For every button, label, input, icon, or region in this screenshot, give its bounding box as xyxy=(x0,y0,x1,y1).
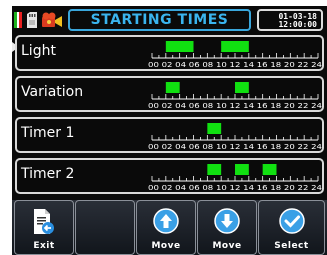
timeline: 00 02 04 06 08 10 12 14 16 18 20 22 24 xyxy=(148,41,322,69)
empty-button[interactable] xyxy=(75,200,135,255)
arrow-down-circle-icon xyxy=(214,208,240,234)
row-label: Timer 2 xyxy=(21,166,75,182)
device-screen: STARTING TIMES 01-03-18 12:00:00 Light 0… xyxy=(12,6,327,255)
move-up-label: Move xyxy=(151,241,181,251)
timeline-hour-labels: 00 02 04 06 08 10 12 14 16 18 20 22 24 xyxy=(148,184,322,192)
row-light[interactable]: Light 00 02 04 06 08 10 12 14 16 18 20 2… xyxy=(15,35,324,71)
timeline-hour-labels: 00 02 04 06 08 10 12 14 16 18 20 22 24 xyxy=(148,143,322,151)
sd-card-icon xyxy=(27,12,37,28)
timeline-hour-labels: 00 02 04 06 08 10 12 14 16 18 20 22 24 xyxy=(148,102,322,110)
film-camera-icon xyxy=(42,12,62,27)
row-label: Timer 1 xyxy=(21,125,75,141)
select-button[interactable]: Select xyxy=(258,200,325,255)
move-down-label: Move xyxy=(212,241,242,251)
active-segment xyxy=(165,82,180,93)
header-bar: STARTING TIMES 01-03-18 12:00:00 xyxy=(12,6,327,34)
row-timer-2[interactable]: Timer 2 00 02 04 06 08 10 12 14 16 18 20… xyxy=(15,158,324,194)
date-time-display: 01-03-18 12:00:00 xyxy=(257,9,323,31)
exit-label: Exit xyxy=(33,241,55,251)
status-icons xyxy=(14,9,68,31)
active-segment xyxy=(207,164,222,175)
move-down-button[interactable]: Move xyxy=(197,200,257,255)
row-timer-1[interactable]: Timer 1 00 02 04 06 08 10 12 14 16 18 20… xyxy=(15,117,324,153)
active-segment xyxy=(235,164,249,175)
bottom-toolbar: Exit Move Move Select xyxy=(12,200,327,255)
timeline-hour-labels: 00 02 04 06 08 10 12 14 16 18 20 22 24 xyxy=(148,61,322,69)
active-segment xyxy=(262,164,277,175)
active-segment xyxy=(235,82,249,93)
row-label: Variation xyxy=(21,84,84,100)
exit-document-icon xyxy=(34,209,54,234)
time-text: 12:00:00 xyxy=(278,20,317,29)
select-label: Select xyxy=(274,241,309,251)
timeline: 00 02 04 06 08 10 12 14 16 18 20 22 24 xyxy=(148,82,322,110)
row-label: Light xyxy=(21,43,56,59)
checkmark-circle-icon xyxy=(278,208,305,234)
page-title: STARTING TIMES xyxy=(68,9,251,31)
timeline: 00 02 04 06 08 10 12 14 16 18 20 22 24 xyxy=(148,164,322,192)
exit-button[interactable]: Exit xyxy=(14,200,74,255)
italy-flag-icon[interactable] xyxy=(14,12,22,28)
move-up-button[interactable]: Move xyxy=(136,200,196,255)
timeline: 00 02 04 06 08 10 12 14 16 18 20 22 24 xyxy=(148,123,322,151)
active-segment xyxy=(165,41,194,52)
arrow-up-circle-icon xyxy=(153,208,179,234)
row-variation[interactable]: Variation 00 02 04 06 08 10 12 14 16 18 … xyxy=(15,76,324,112)
active-segment xyxy=(207,123,222,134)
active-segment xyxy=(221,41,249,52)
